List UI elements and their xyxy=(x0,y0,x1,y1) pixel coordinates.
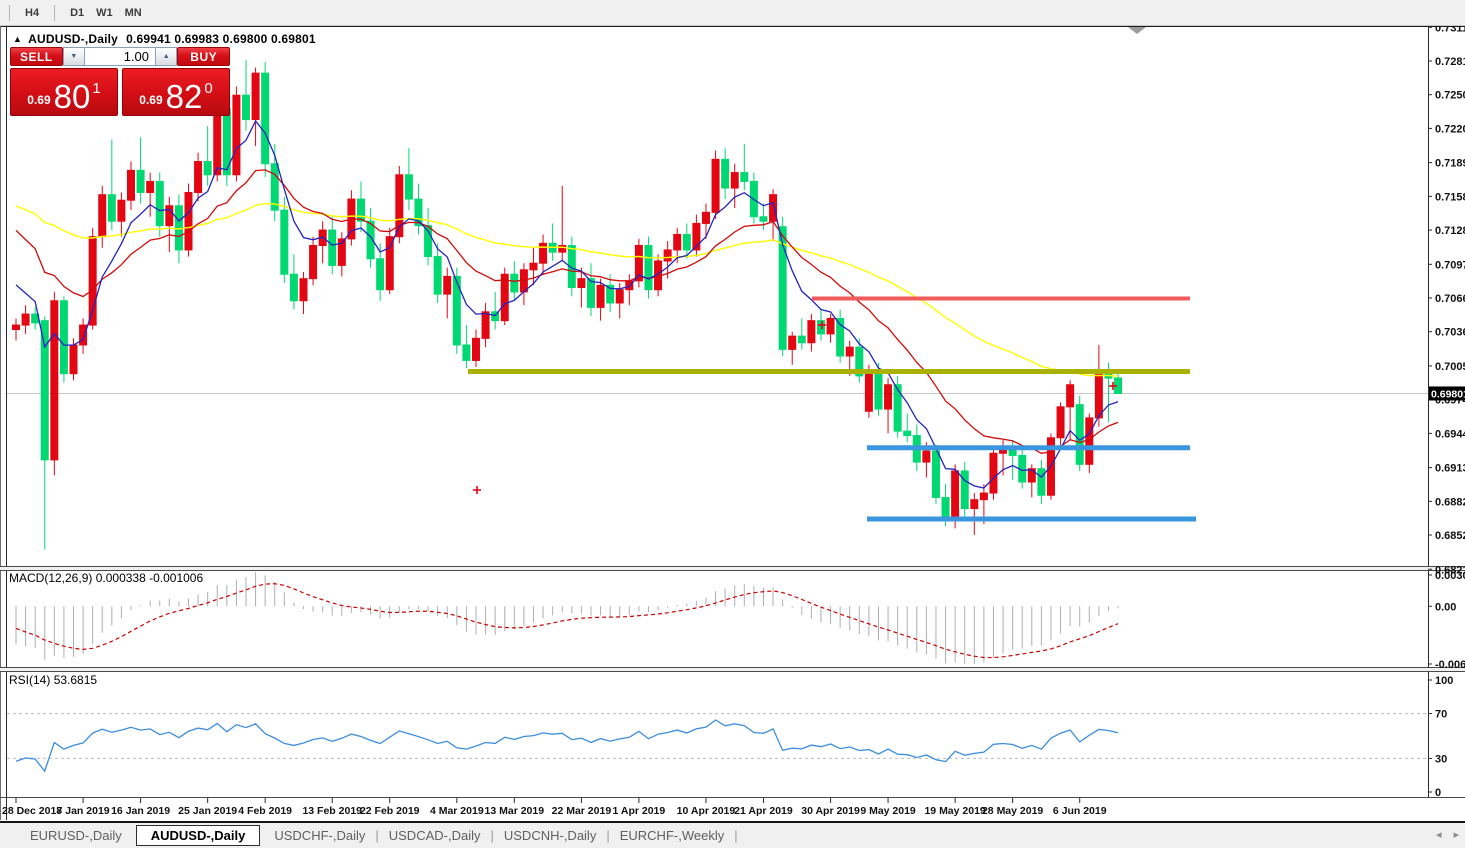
svg-text:30 Apr 2019: 30 Apr 2019 xyxy=(801,805,860,817)
svg-text:0.69130: 0.69130 xyxy=(1435,463,1465,475)
svg-text:0.68825: 0.68825 xyxy=(1435,496,1465,508)
svg-text:0.003035: 0.003035 xyxy=(1435,570,1465,582)
svg-text:0.72810: 0.72810 xyxy=(1435,56,1465,68)
timeframe-button-d1[interactable]: D1 xyxy=(64,5,90,21)
chart-tabs: EURUSD-,Daily AUDUSD-,Daily USDCHF-,Daily |… xyxy=(20,825,738,846)
svg-text:0.70360: 0.70360 xyxy=(1435,327,1465,339)
svg-text:28 May 2019: 28 May 2019 xyxy=(982,805,1043,817)
toolbar-separator xyxy=(54,4,56,21)
chart-header: ▲ AUDUSD-,Daily 0.69941 0.69983 0.69800 0.… xyxy=(13,32,316,46)
tab-eurusd[interactable]: EURUSD-,Daily xyxy=(20,825,132,846)
svg-text:0.73115: 0.73115 xyxy=(1435,26,1465,34)
svg-text:70: 70 xyxy=(1435,709,1447,721)
timeframe-button-w1[interactable]: W1 xyxy=(90,5,119,21)
rsi-value: 53.6815 xyxy=(53,673,98,687)
svg-text:25 Jan 2019: 25 Jan 2019 xyxy=(178,805,237,817)
one-click-trade-panel: SELL ▼ ▲ BUY 0.69 80 1 0.69 82 0 xyxy=(10,47,230,116)
tab-separator: | xyxy=(734,828,738,843)
tab-eurchf[interactable]: EURCHF-,Weekly xyxy=(610,825,735,846)
sell-price-prefix: 0.69 xyxy=(27,93,51,107)
ohlc-readout: 0.69941 0.69983 0.69800 0.69801 xyxy=(126,32,316,46)
collapse-panel-icon[interactable]: ▲ xyxy=(13,34,22,44)
macd-name: MACD(12,26,9) xyxy=(9,571,93,585)
macd-values: 0.000338 -0.001006 xyxy=(95,571,204,585)
toolbar-separator xyxy=(9,4,10,21)
svg-text:1 Apr 2019: 1 Apr 2019 xyxy=(613,805,666,817)
svg-text:0.72505: 0.72505 xyxy=(1435,90,1465,102)
buy-button[interactable]: BUY xyxy=(177,47,230,66)
chart-canvas[interactable]: 0.73115 0.72810 0.72505 0.72200 0.71890 0.715… xyxy=(0,26,1465,821)
svg-text:100: 100 xyxy=(1435,675,1453,687)
svg-text:19 May 2019: 19 May 2019 xyxy=(924,805,985,817)
svg-text:13 Feb 2019: 13 Feb 2019 xyxy=(302,805,362,817)
svg-text:4 Mar 2019: 4 Mar 2019 xyxy=(430,805,484,817)
svg-text:0.70050: 0.70050 xyxy=(1435,361,1465,373)
tab-scroll-left-icon[interactable]: ◂ xyxy=(1436,829,1442,842)
tab-scroll-right-icon[interactable]: ▸ xyxy=(1453,829,1459,842)
svg-text:22 Feb 2019: 22 Feb 2019 xyxy=(360,805,420,817)
svg-text:10 Apr 2019: 10 Apr 2019 xyxy=(677,805,736,817)
svg-text:0.72200: 0.72200 xyxy=(1435,123,1465,135)
svg-text:0.00: 0.00 xyxy=(1435,601,1456,613)
sell-price-sup: 1 xyxy=(92,80,101,97)
volume-increase-button[interactable]: ▲ xyxy=(155,47,178,66)
timeframe-button-h4[interactable]: H4 xyxy=(19,5,45,21)
svg-text:0.68520: 0.68520 xyxy=(1435,530,1465,542)
timeframe-button-mn[interactable]: MN xyxy=(119,5,148,21)
volume-input[interactable] xyxy=(85,47,155,66)
volume-decrease-button[interactable]: ▼ xyxy=(62,47,85,66)
tab-audusd[interactable]: AUDUSD-,Daily xyxy=(135,825,261,846)
buy-price-sup: 0 xyxy=(204,80,213,97)
svg-text:-0.006311: -0.006311 xyxy=(1435,659,1465,671)
svg-text:9 May 2019: 9 May 2019 xyxy=(860,805,916,817)
svg-text:22 Mar 2019: 22 Mar 2019 xyxy=(552,805,612,817)
sell-price-box[interactable]: 0.69 80 1 xyxy=(10,68,118,116)
buy-price-big: 82 xyxy=(165,78,203,115)
svg-text:0.71585: 0.71585 xyxy=(1435,191,1465,203)
svg-text:0: 0 xyxy=(1435,787,1441,799)
svg-text:7 Jan 2019: 7 Jan 2019 xyxy=(57,805,110,817)
tab-usdcnh[interactable]: USDCNH-,Daily xyxy=(494,825,606,846)
svg-text:0.70970: 0.70970 xyxy=(1435,259,1465,271)
tab-usdcad[interactable]: USDCAD-,Daily xyxy=(379,825,491,846)
rsi-name: RSI(14) xyxy=(9,673,51,687)
svg-text:0.71280: 0.71280 xyxy=(1435,225,1465,237)
sell-button[interactable]: SELL xyxy=(10,47,63,66)
buy-price-box[interactable]: 0.69 82 0 xyxy=(122,68,230,116)
svg-text:30: 30 xyxy=(1435,753,1447,765)
svg-text:0.69440: 0.69440 xyxy=(1435,428,1465,440)
chart-window: 0.73115 0.72810 0.72505 0.72200 0.71890 0.715… xyxy=(0,26,1465,821)
chart-tab-bar: EURUSD-,Daily AUDUSD-,Daily USDCHF-,Daily |… xyxy=(0,821,1465,848)
svg-text:16 Jan 2019: 16 Jan 2019 xyxy=(111,805,170,817)
tab-usdchf[interactable]: USDCHF-,Daily xyxy=(264,825,375,846)
svg-text:0.70665: 0.70665 xyxy=(1435,293,1465,305)
svg-text:6 Jun 2019: 6 Jun 2019 xyxy=(1053,805,1107,817)
svg-text:13 Mar 2019: 13 Mar 2019 xyxy=(485,805,545,817)
symbol-title: AUDUSD-,Daily xyxy=(28,32,119,46)
svg-text:0.71890: 0.71890 xyxy=(1435,158,1465,170)
svg-text:4 Feb 2019: 4 Feb 2019 xyxy=(238,805,292,817)
svg-text:21 Apr 2019: 21 Apr 2019 xyxy=(734,805,793,817)
timeframe-toolbar: H4 D1 W1 MN xyxy=(0,0,1465,26)
svg-text:0.69801: 0.69801 xyxy=(1431,388,1465,400)
rsi-indicator-label: RSI(14) 53.6815 xyxy=(9,673,97,687)
macd-indicator-label: MACD(12,26,9) 0.000338 -0.001006 xyxy=(9,571,203,585)
svg-text:28 Dec 2018: 28 Dec 2018 xyxy=(2,805,62,817)
sell-price-big: 80 xyxy=(53,78,91,115)
buy-price-prefix: 0.69 xyxy=(139,93,163,107)
